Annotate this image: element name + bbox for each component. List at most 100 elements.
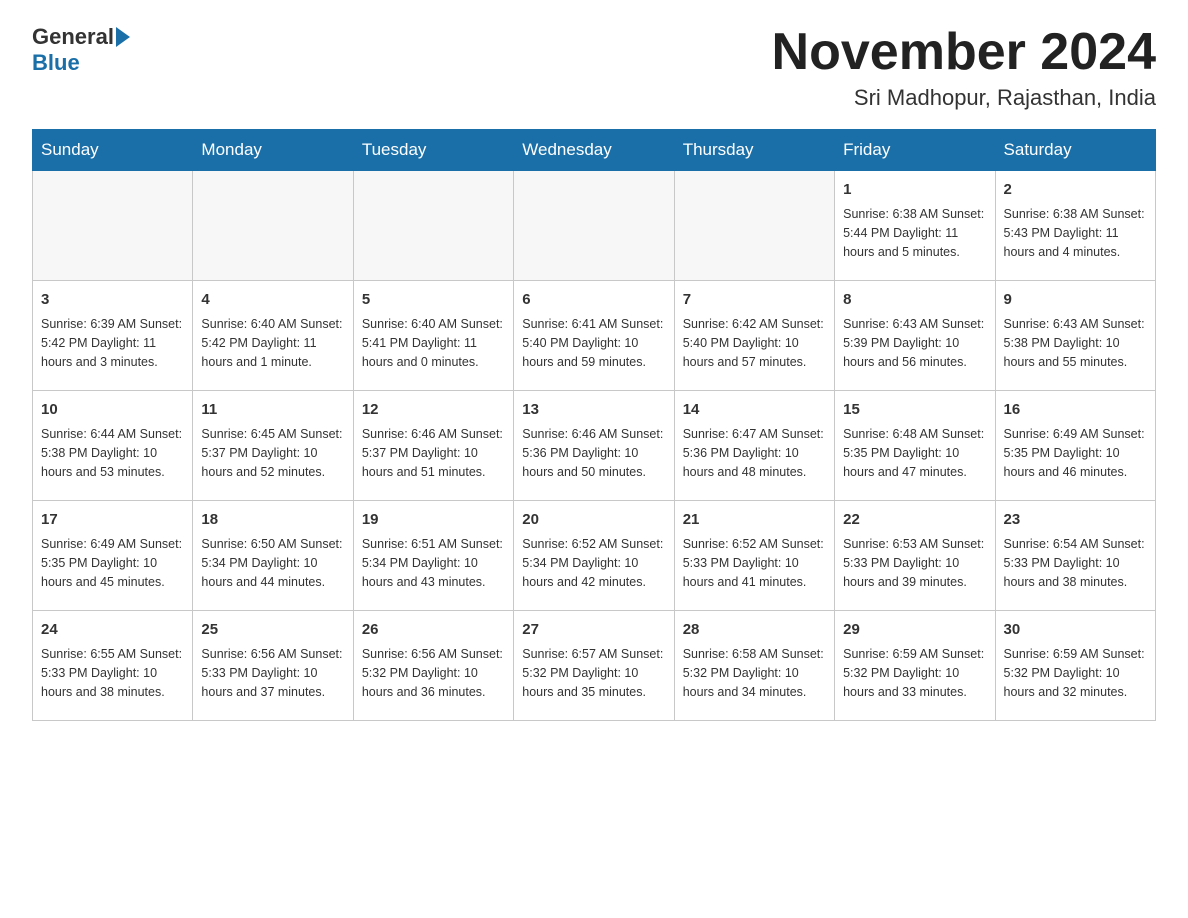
calendar-cell: 9 Sunrise: 6:43 AM Sunset: 5:38 PM Daylig… bbox=[995, 281, 1155, 391]
calendar-cell: 14 Sunrise: 6:47 AM Sunset: 5:36 PM Dayli… bbox=[674, 391, 834, 501]
calendar-cell bbox=[33, 171, 193, 281]
day-info: Sunrise: 6:46 AM Sunset: 5:36 PM Dayligh… bbox=[522, 425, 665, 483]
day-number: 26 bbox=[362, 619, 505, 642]
day-info: Sunrise: 6:55 AM Sunset: 5:33 PM Dayligh… bbox=[41, 645, 184, 703]
day-number: 3 bbox=[41, 289, 184, 312]
day-number: 15 bbox=[843, 399, 986, 422]
day-number: 25 bbox=[201, 619, 344, 642]
logo-general: General bbox=[32, 24, 114, 50]
day-info: Sunrise: 6:56 AM Sunset: 5:32 PM Dayligh… bbox=[362, 645, 505, 703]
calendar-cell: 29 Sunrise: 6:59 AM Sunset: 5:32 PM Dayli… bbox=[835, 611, 995, 721]
day-info: Sunrise: 6:49 AM Sunset: 5:35 PM Dayligh… bbox=[1004, 425, 1147, 483]
calendar-cell: 6 Sunrise: 6:41 AM Sunset: 5:40 PM Daylig… bbox=[514, 281, 674, 391]
day-number: 11 bbox=[201, 399, 344, 422]
calendar-cell: 8 Sunrise: 6:43 AM Sunset: 5:39 PM Daylig… bbox=[835, 281, 995, 391]
day-info: Sunrise: 6:38 AM Sunset: 5:43 PM Dayligh… bbox=[1004, 205, 1147, 263]
day-number: 23 bbox=[1004, 509, 1147, 532]
day-number: 13 bbox=[522, 399, 665, 422]
day-info: Sunrise: 6:42 AM Sunset: 5:40 PM Dayligh… bbox=[683, 315, 826, 373]
day-info: Sunrise: 6:56 AM Sunset: 5:33 PM Dayligh… bbox=[201, 645, 344, 703]
day-number: 17 bbox=[41, 509, 184, 532]
logo-arrow-icon bbox=[116, 27, 130, 47]
day-number: 21 bbox=[683, 509, 826, 532]
day-info: Sunrise: 6:43 AM Sunset: 5:39 PM Dayligh… bbox=[843, 315, 986, 373]
logo: General Blue bbox=[32, 24, 130, 76]
day-info: Sunrise: 6:47 AM Sunset: 5:36 PM Dayligh… bbox=[683, 425, 826, 483]
day-info: Sunrise: 6:43 AM Sunset: 5:38 PM Dayligh… bbox=[1004, 315, 1147, 373]
calendar-week-row: 24 Sunrise: 6:55 AM Sunset: 5:33 PM Dayli… bbox=[33, 611, 1156, 721]
col-header-wednesday: Wednesday bbox=[514, 130, 674, 171]
day-number: 4 bbox=[201, 289, 344, 312]
calendar-table: SundayMondayTuesdayWednesdayThursdayFrid… bbox=[32, 129, 1156, 721]
calendar-week-row: 10Sunrise: 6:44 AM Sunset: 5:38 PM Dayli… bbox=[33, 391, 1156, 501]
day-number: 29 bbox=[843, 619, 986, 642]
col-header-thursday: Thursday bbox=[674, 130, 834, 171]
day-info: Sunrise: 6:53 AM Sunset: 5:33 PM Dayligh… bbox=[843, 535, 986, 593]
calendar-cell: 16 Sunrise: 6:49 AM Sunset: 5:35 PM Dayli… bbox=[995, 391, 1155, 501]
col-header-monday: Monday bbox=[193, 130, 353, 171]
calendar-week-row: 3Sunrise: 6:39 AM Sunset: 5:42 PM Daylig… bbox=[33, 281, 1156, 391]
day-info: Sunrise: 6:41 AM Sunset: 5:40 PM Dayligh… bbox=[522, 315, 665, 373]
calendar-cell: 19Sunrise: 6:51 AM Sunset: 5:34 PM Dayli… bbox=[353, 501, 513, 611]
page-header: General Blue November 2024 Sri Madhopur,… bbox=[32, 24, 1156, 111]
day-number: 7 bbox=[683, 289, 826, 312]
calendar-cell: 27 Sunrise: 6:57 AM Sunset: 5:32 PM Dayli… bbox=[514, 611, 674, 721]
day-info: Sunrise: 6:52 AM Sunset: 5:34 PM Dayligh… bbox=[522, 535, 665, 593]
calendar-week-row: 1 Sunrise: 6:38 AM Sunset: 5:44 PM Daylig… bbox=[33, 171, 1156, 281]
calendar-cell: 4 Sunrise: 6:40 AM Sunset: 5:42 PM Daylig… bbox=[193, 281, 353, 391]
day-number: 27 bbox=[522, 619, 665, 642]
calendar-cell: 20 Sunrise: 6:52 AM Sunset: 5:34 PM Dayli… bbox=[514, 501, 674, 611]
calendar-cell: 15 Sunrise: 6:48 AM Sunset: 5:35 PM Dayli… bbox=[835, 391, 995, 501]
day-number: 1 bbox=[843, 179, 986, 202]
day-number: 28 bbox=[683, 619, 826, 642]
calendar-cell: 25 Sunrise: 6:56 AM Sunset: 5:33 PM Dayli… bbox=[193, 611, 353, 721]
day-info: Sunrise: 6:38 AM Sunset: 5:44 PM Dayligh… bbox=[843, 205, 986, 263]
calendar-cell: 24 Sunrise: 6:55 AM Sunset: 5:33 PM Dayli… bbox=[33, 611, 193, 721]
calendar-cell bbox=[514, 171, 674, 281]
calendar-cell: 22 Sunrise: 6:53 AM Sunset: 5:33 PM Dayli… bbox=[835, 501, 995, 611]
day-info: Sunrise: 6:48 AM Sunset: 5:35 PM Dayligh… bbox=[843, 425, 986, 483]
month-title: November 2024 bbox=[772, 24, 1156, 81]
calendar-cell: 2 Sunrise: 6:38 AM Sunset: 5:43 PM Daylig… bbox=[995, 171, 1155, 281]
calendar-header-row: SundayMondayTuesdayWednesdayThursdayFrid… bbox=[33, 130, 1156, 171]
day-number: 18 bbox=[201, 509, 344, 532]
day-number: 19 bbox=[362, 509, 505, 532]
day-info: Sunrise: 6:46 AM Sunset: 5:37 PM Dayligh… bbox=[362, 425, 505, 483]
calendar-cell: 13 Sunrise: 6:46 AM Sunset: 5:36 PM Dayli… bbox=[514, 391, 674, 501]
calendar-cell: 5Sunrise: 6:40 AM Sunset: 5:41 PM Daylig… bbox=[353, 281, 513, 391]
calendar-cell: 1 Sunrise: 6:38 AM Sunset: 5:44 PM Daylig… bbox=[835, 171, 995, 281]
day-number: 22 bbox=[843, 509, 986, 532]
day-number: 14 bbox=[683, 399, 826, 422]
calendar-cell: 26 Sunrise: 6:56 AM Sunset: 5:32 PM Dayli… bbox=[353, 611, 513, 721]
day-number: 6 bbox=[522, 289, 665, 312]
day-number: 9 bbox=[1004, 289, 1147, 312]
logo-blue: Blue bbox=[32, 50, 80, 76]
col-header-saturday: Saturday bbox=[995, 130, 1155, 171]
calendar-cell bbox=[353, 171, 513, 281]
calendar-cell: 18 Sunrise: 6:50 AM Sunset: 5:34 PM Dayli… bbox=[193, 501, 353, 611]
col-header-friday: Friday bbox=[835, 130, 995, 171]
day-number: 8 bbox=[843, 289, 986, 312]
calendar-cell bbox=[674, 171, 834, 281]
calendar-cell: 11Sunrise: 6:45 AM Sunset: 5:37 PM Dayli… bbox=[193, 391, 353, 501]
calendar-week-row: 17Sunrise: 6:49 AM Sunset: 5:35 PM Dayli… bbox=[33, 501, 1156, 611]
day-number: 16 bbox=[1004, 399, 1147, 422]
day-info: Sunrise: 6:50 AM Sunset: 5:34 PM Dayligh… bbox=[201, 535, 344, 593]
day-number: 2 bbox=[1004, 179, 1147, 202]
calendar-cell: 17Sunrise: 6:49 AM Sunset: 5:35 PM Dayli… bbox=[33, 501, 193, 611]
day-info: Sunrise: 6:57 AM Sunset: 5:32 PM Dayligh… bbox=[522, 645, 665, 703]
calendar-cell: 10Sunrise: 6:44 AM Sunset: 5:38 PM Dayli… bbox=[33, 391, 193, 501]
title-block: November 2024 Sri Madhopur, Rajasthan, I… bbox=[772, 24, 1156, 111]
day-info: Sunrise: 6:59 AM Sunset: 5:32 PM Dayligh… bbox=[1004, 645, 1147, 703]
day-info: Sunrise: 6:44 AM Sunset: 5:38 PM Dayligh… bbox=[41, 425, 184, 483]
calendar-cell bbox=[193, 171, 353, 281]
day-info: Sunrise: 6:58 AM Sunset: 5:32 PM Dayligh… bbox=[683, 645, 826, 703]
day-number: 24 bbox=[41, 619, 184, 642]
logo-top: General bbox=[32, 24, 130, 50]
day-info: Sunrise: 6:40 AM Sunset: 5:41 PM Dayligh… bbox=[362, 315, 505, 373]
location-title: Sri Madhopur, Rajasthan, India bbox=[772, 85, 1156, 111]
day-number: 20 bbox=[522, 509, 665, 532]
calendar-cell: 12Sunrise: 6:46 AM Sunset: 5:37 PM Dayli… bbox=[353, 391, 513, 501]
day-info: Sunrise: 6:59 AM Sunset: 5:32 PM Dayligh… bbox=[843, 645, 986, 703]
day-info: Sunrise: 6:40 AM Sunset: 5:42 PM Dayligh… bbox=[201, 315, 344, 373]
